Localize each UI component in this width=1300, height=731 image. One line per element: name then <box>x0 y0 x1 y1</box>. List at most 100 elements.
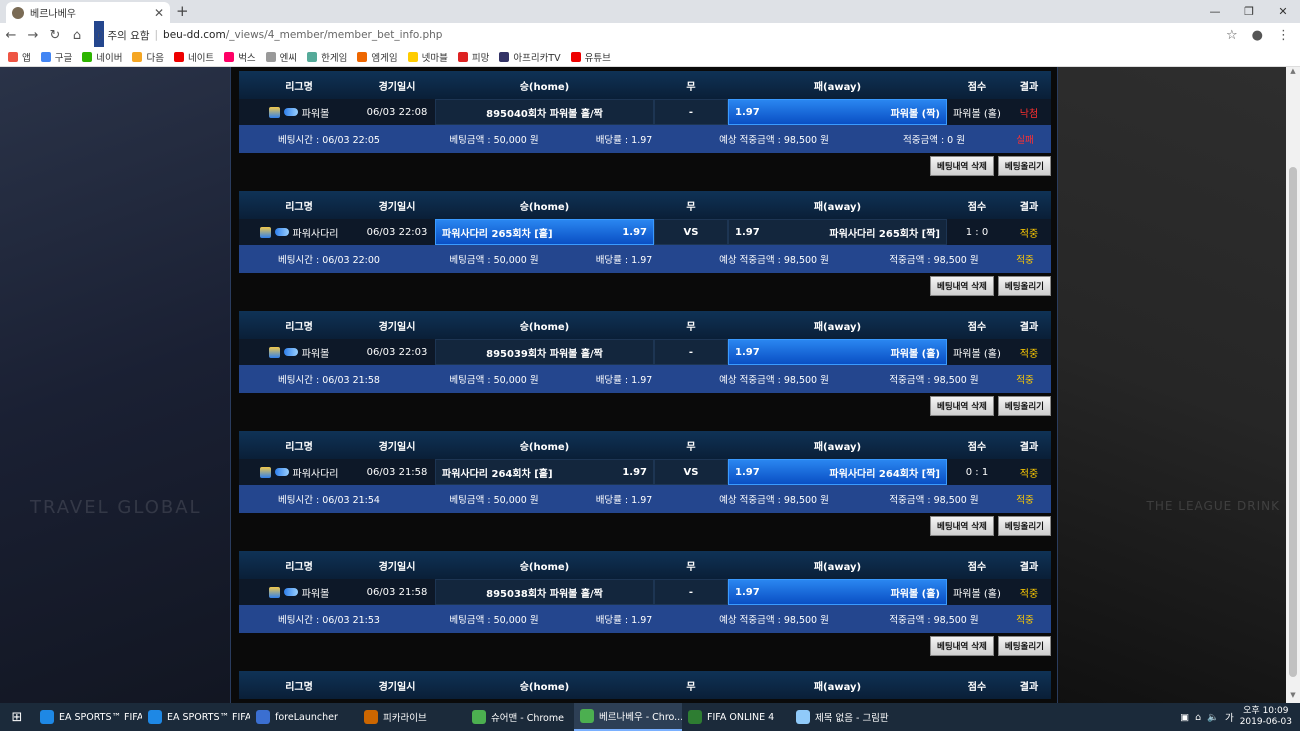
taskbar-item[interactable]: 제목 없음 - 그림판 <box>790 703 898 731</box>
home-cell[interactable]: 파워사다리 265회차 [홀] 1.97 <box>435 219 654 245</box>
browser-tab[interactable]: 베르나베우 ✕ <box>6 2 170 23</box>
windows-start-icon[interactable]: ⊞ <box>0 703 34 731</box>
bookmark-item[interactable]: 네이트 <box>173 50 214 64</box>
delete-bet-button[interactable]: 베팅내역 삭제 <box>930 276 994 296</box>
game-date: 06/03 21:58 <box>366 586 428 598</box>
bookmark-item[interactable]: 다음 <box>132 50 164 64</box>
back-icon[interactable]: ← <box>0 28 22 43</box>
close-window-icon[interactable]: ✕ <box>1266 0 1300 23</box>
bet-rate: 배당률 : 1.97 <box>595 375 653 386</box>
taskbar-item[interactable]: EA SPORTS™ FIFA ... <box>34 703 142 731</box>
taskbar-app-icon <box>688 710 702 724</box>
bookmark-item[interactable]: 앱 <box>8 50 31 64</box>
post-bet-button[interactable]: 베팅올리기 <box>997 396 1051 416</box>
home-pick[interactable]: 895038회차 파워볼 홀/짝 <box>435 579 654 605</box>
home-icon[interactable]: ⌂ <box>66 28 88 43</box>
taskbar-item[interactable]: 슈어맨 - Chrome <box>466 703 574 731</box>
home-pick[interactable]: 895040회차 파워볼 홀/짝 <box>435 99 654 125</box>
draw-pick[interactable]: - <box>654 579 728 605</box>
scroll-down-icon[interactable]: ▼ <box>1286 691 1300 703</box>
bookmark-item[interactable]: 구글 <box>40 50 72 64</box>
score-value: 파워볼 (홀) <box>953 588 1001 600</box>
post-bet-button[interactable]: 베팅올리기 <box>997 156 1051 176</box>
network-icon[interactable]: ⌂ <box>1195 712 1201 723</box>
taskbar-item[interactable]: 베르나베우 - Chro... <box>574 703 682 731</box>
menu-icon[interactable]: ⋮ <box>1277 28 1290 43</box>
delete-bet-button[interactable]: 베팅내역 삭제 <box>930 516 994 536</box>
home-cell[interactable]: 895039회차 파워볼 홀/짝 <box>435 339 654 365</box>
ime-icon[interactable]: 가 <box>1225 710 1234 724</box>
taskbar-item[interactable]: EA SPORTS™ FIFA ... <box>142 703 250 731</box>
restore-icon[interactable]: ❐ <box>1232 0 1266 23</box>
home-pick[interactable]: 파워사다리 265회차 [홀] 1.97 <box>435 219 654 245</box>
volume-icon[interactable]: 🔈 <box>1207 712 1219 723</box>
away-odds: 1.97 <box>735 466 760 478</box>
away-cell[interactable]: 1.97 파워볼 (짝) <box>728 99 947 125</box>
tray-clock[interactable]: 오후 10:09 2019-06-03 <box>1240 706 1292 728</box>
page-scrollbar[interactable]: ▲ ▼ <box>1286 67 1300 703</box>
away-pick[interactable]: 1.97 파워사다리 264회차 [짝] <box>728 459 947 485</box>
bet-info-bar: 베팅시간 : 06/03 21:58 베팅금액 : 50,000 원 배당률 : 1… <box>239 365 1051 393</box>
delete-bet-button[interactable]: 베팅내역 삭제 <box>930 396 994 416</box>
away-cell[interactable]: 1.97 파워사다리 264회차 [짝] <box>728 459 947 485</box>
post-bet-button[interactable]: 베팅올리기 <box>997 636 1051 656</box>
delete-bet-button[interactable]: 베팅내역 삭제 <box>930 636 994 656</box>
scroll-up-icon[interactable]: ▲ <box>1286 67 1300 79</box>
post-bet-button[interactable]: 베팅올리기 <box>997 276 1051 296</box>
scrollbar-thumb[interactable] <box>1289 167 1297 677</box>
taskbar-app-icon <box>256 710 270 724</box>
bookmark-item[interactable]: 유튜브 <box>570 50 611 64</box>
away-cell[interactable]: 1.97 파워볼 (홀) <box>728 579 947 605</box>
bookmark-item[interactable]: 엠게임 <box>357 50 398 64</box>
delete-bet-button[interactable]: 베팅내역 삭제 <box>930 156 994 176</box>
away-cell[interactable]: 1.97 파워사다리 265회차 [짝] <box>728 219 947 245</box>
bookmark-item[interactable]: 벅스 <box>224 50 256 64</box>
profile-icon[interactable]: ● <box>1252 28 1263 43</box>
away-pick[interactable]: 1.97 파워사다리 265회차 [짝] <box>728 219 947 245</box>
bookmark-item[interactable]: 네이버 <box>82 50 122 64</box>
forward-icon[interactable]: → <box>22 28 44 43</box>
taskbar-item[interactable]: FIFA ONLINE 4 <box>682 703 790 731</box>
bookmark-item[interactable]: 넷마블 <box>407 50 448 64</box>
home-pick[interactable]: 895039회차 파워볼 홀/짝 <box>435 339 654 365</box>
url-field[interactable]: ⓘ 주의 요함 | beu-dd.com /_views/4_member/me… <box>94 21 1216 49</box>
draw-pick[interactable]: - <box>654 339 728 365</box>
header-draw: 무 <box>686 321 696 333</box>
draw-pick[interactable]: VS <box>654 219 728 245</box>
draw-pick[interactable]: - <box>654 99 728 125</box>
draw-cell[interactable]: - <box>654 579 728 605</box>
taskbar-item[interactable]: 피카라이브 <box>358 703 466 731</box>
bookmark-item[interactable]: 한게임 <box>307 50 347 64</box>
header-date: 경기일시 <box>378 81 416 93</box>
draw-cell[interactable]: - <box>654 99 728 125</box>
draw-cell[interactable]: VS <box>654 219 728 245</box>
draw-cell[interactable]: VS <box>654 459 728 485</box>
taskbar-item[interactable]: foreLauncher <box>250 703 358 731</box>
header-away: 패(away) <box>813 321 862 333</box>
bookmark-item[interactable]: 아프리카TV <box>499 50 561 64</box>
draw-pick[interactable]: VS <box>654 459 728 485</box>
away-pick[interactable]: 1.97 파워볼 (짝) <box>728 99 947 125</box>
draw-cell[interactable]: - <box>654 339 728 365</box>
away-cell[interactable]: 1.97 파워볼 (홀) <box>728 339 947 365</box>
bookmark-label: 피망 <box>471 52 490 64</box>
home-pick[interactable]: 파워사다리 264회차 [홀] 1.97 <box>435 459 654 485</box>
close-tab-icon[interactable]: ✕ <box>154 6 164 20</box>
bookmark-item[interactable]: 피망 <box>457 50 490 64</box>
tray-app-icon[interactable]: ▣ <box>1180 712 1189 723</box>
header-result: 결과 <box>1019 201 1039 213</box>
home-cell[interactable]: 895040회차 파워볼 홀/짝 <box>435 99 654 125</box>
bookmark-star-icon[interactable]: ☆ <box>1226 28 1238 43</box>
home-cell[interactable]: 파워사다리 264회차 [홀] 1.97 <box>435 459 654 485</box>
minimize-icon[interactable]: — <box>1198 0 1232 23</box>
home-cell[interactable]: 895038회차 파워볼 홀/짝 <box>435 579 654 605</box>
reload-icon[interactable]: ↻ <box>44 28 66 43</box>
post-bet-button[interactable]: 베팅올리기 <box>997 516 1051 536</box>
away-pick[interactable]: 1.97 파워볼 (홀) <box>728 339 947 365</box>
new-tab-icon[interactable]: + <box>176 2 189 20</box>
bet-table-header: 리그명 경기일시 승(home) 무 패(away) 점수 결과 <box>239 311 1051 339</box>
away-pick[interactable]: 1.97 파워볼 (홀) <box>728 579 947 605</box>
info-icon[interactable]: ⓘ <box>94 21 104 49</box>
bookmark-item[interactable]: 엔씨 <box>265 50 297 64</box>
header-league: 리그명 <box>285 321 313 333</box>
